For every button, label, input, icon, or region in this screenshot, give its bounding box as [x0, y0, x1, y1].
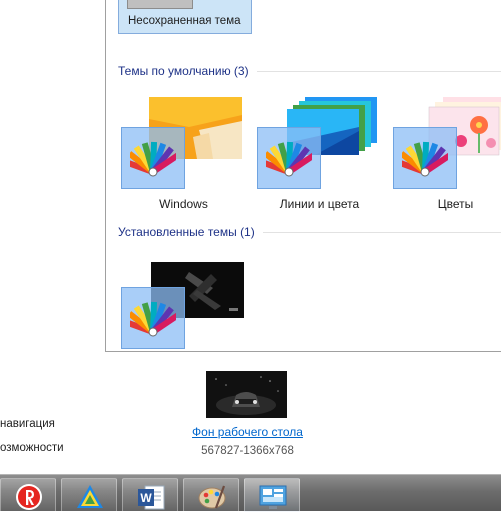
theme-installed[interactable] [121, 262, 246, 351]
theme-name: Цветы [437, 197, 474, 211]
installed-color-swatch [121, 287, 185, 349]
installed-themes-header: Установленные темы (1) [118, 224, 501, 240]
desktop-background-section: Фон рабочего стола 567827-1366x768 [185, 371, 310, 465]
taskbar-triangle-app-button[interactable] [61, 478, 117, 512]
taskbar-paint-button[interactable] [183, 478, 239, 512]
lines-color-swatch [257, 127, 321, 189]
triangle-app-icon [77, 485, 103, 508]
color-fan-icon [130, 301, 176, 337]
side-link-features[interactable]: озможности [0, 442, 64, 454]
yandex-browser-icon [16, 484, 42, 510]
flowers-color-swatch [393, 127, 457, 189]
word-icon: W [138, 485, 165, 510]
theme-gallery: Несохраненная тема Темы по умолчанию (3) [105, 0, 501, 352]
paint-icon [198, 485, 226, 509]
taskbar-word-button[interactable]: W [122, 478, 178, 512]
svg-text:W: W [140, 491, 152, 505]
side-link-navigation[interactable]: навигация [0, 418, 55, 430]
unsaved-theme-tile[interactable]: Несохраненная тема [118, 0, 252, 34]
desktop-background-link[interactable]: Фон рабочего стола [185, 425, 310, 439]
theme-lines-and-colors[interactable]: Линии и цвета [257, 97, 382, 215]
theme-flowers[interactable]: Цветы [393, 97, 501, 215]
personalization-icon [259, 485, 287, 509]
color-fan-icon [130, 141, 176, 177]
color-fan-icon [266, 141, 312, 177]
desktop-background-thumbnail[interactable] [206, 371, 287, 418]
theme-name: Линии и цвета [279, 197, 360, 211]
windows-color-swatch [121, 127, 185, 189]
color-fan-icon [402, 141, 448, 177]
header-divider [256, 70, 501, 72]
taskbar-yandex-button[interactable] [0, 478, 56, 512]
installed-themes-title: Установленные темы (1) [118, 225, 255, 239]
theme-windows[interactable]: Windows [121, 97, 246, 215]
header-divider [262, 231, 501, 233]
taskbar-personalization-button[interactable] [244, 478, 300, 512]
default-themes-header: Темы по умолчанию (3) [118, 63, 501, 79]
default-themes-title: Темы по умолчанию (3) [118, 64, 249, 78]
theme-name: Windows [159, 197, 208, 211]
unsaved-theme-label: Несохраненная тема [128, 15, 241, 27]
unsaved-theme-thumbnail [127, 0, 193, 9]
desktop-background-filename: 567827-1366x768 [201, 445, 294, 457]
taskbar: W [0, 474, 501, 512]
